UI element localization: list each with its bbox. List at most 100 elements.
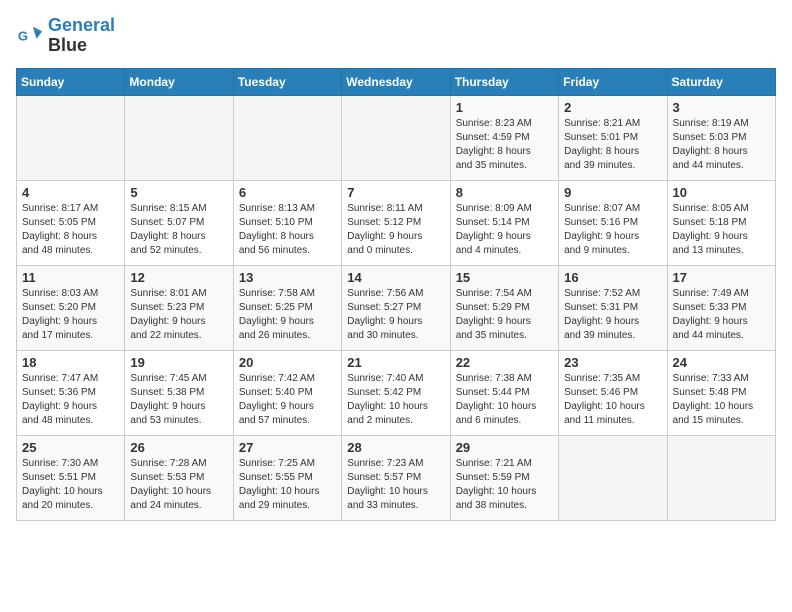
day-number: 7 xyxy=(347,185,444,200)
cell-content: Sunrise: 8:09 AM Sunset: 5:14 PM Dayligh… xyxy=(456,202,553,258)
cell-content: Sunrise: 7:47 AM Sunset: 5:36 PM Dayligh… xyxy=(22,372,119,428)
calendar-cell xyxy=(17,95,125,180)
week-row-1: 1 Sunrise: 8:23 AM Sunset: 4:59 PM Daylig… xyxy=(17,95,776,180)
cell-content: Sunrise: 8:23 AM Sunset: 4:59 PM Dayligh… xyxy=(456,117,553,173)
day-number: 1 xyxy=(456,100,553,115)
day-number: 26 xyxy=(130,440,227,455)
cell-content: Sunrise: 8:13 AM Sunset: 5:10 PM Dayligh… xyxy=(239,202,336,258)
cell-content: Sunrise: 8:21 AM Sunset: 5:01 PM Dayligh… xyxy=(564,117,661,173)
week-row-3: 11 Sunrise: 8:03 AM Sunset: 5:20 PM Dayli… xyxy=(17,265,776,350)
calendar-cell: 1 Sunrise: 8:23 AM Sunset: 4:59 PM Daylig… xyxy=(450,95,558,180)
calendar-cell: 28 Sunrise: 7:23 AM Sunset: 5:57 PM Dayli… xyxy=(342,435,450,520)
cell-content: Sunrise: 7:42 AM Sunset: 5:40 PM Dayligh… xyxy=(239,372,336,428)
calendar-cell: 29 Sunrise: 7:21 AM Sunset: 5:59 PM Dayli… xyxy=(450,435,558,520)
day-number: 25 xyxy=(22,440,119,455)
calendar-cell: 14 Sunrise: 7:56 AM Sunset: 5:27 PM Dayli… xyxy=(342,265,450,350)
week-row-5: 25 Sunrise: 7:30 AM Sunset: 5:51 PM Dayli… xyxy=(17,435,776,520)
calendar-cell: 18 Sunrise: 7:47 AM Sunset: 5:36 PM Dayli… xyxy=(17,350,125,435)
cell-content: Sunrise: 8:11 AM Sunset: 5:12 PM Dayligh… xyxy=(347,202,444,258)
calendar-cell: 8 Sunrise: 8:09 AM Sunset: 5:14 PM Daylig… xyxy=(450,180,558,265)
svg-text:G: G xyxy=(18,28,28,43)
calendar-cell: 23 Sunrise: 7:35 AM Sunset: 5:46 PM Dayli… xyxy=(559,350,667,435)
calendar-cell: 15 Sunrise: 7:54 AM Sunset: 5:29 PM Dayli… xyxy=(450,265,558,350)
cell-content: Sunrise: 7:28 AM Sunset: 5:53 PM Dayligh… xyxy=(130,457,227,513)
calendar-cell: 25 Sunrise: 7:30 AM Sunset: 5:51 PM Dayli… xyxy=(17,435,125,520)
day-number: 18 xyxy=(22,355,119,370)
cell-content: Sunrise: 7:21 AM Sunset: 5:59 PM Dayligh… xyxy=(456,457,553,513)
day-number: 5 xyxy=(130,185,227,200)
calendar-cell: 17 Sunrise: 7:49 AM Sunset: 5:33 PM Dayli… xyxy=(667,265,775,350)
day-number: 19 xyxy=(130,355,227,370)
logo-icon: G xyxy=(16,22,44,50)
cell-content: Sunrise: 7:54 AM Sunset: 5:29 PM Dayligh… xyxy=(456,287,553,343)
day-number: 29 xyxy=(456,440,553,455)
day-number: 14 xyxy=(347,270,444,285)
day-number: 27 xyxy=(239,440,336,455)
calendar-cell: 27 Sunrise: 7:25 AM Sunset: 5:55 PM Dayli… xyxy=(233,435,341,520)
calendar-cell: 21Sunrise: 7:40 AM Sunset: 5:42 PM Dayli… xyxy=(342,350,450,435)
day-number: 21 xyxy=(347,355,444,370)
cell-content: Sunrise: 7:56 AM Sunset: 5:27 PM Dayligh… xyxy=(347,287,444,343)
day-number: 6 xyxy=(239,185,336,200)
calendar-cell: 12 Sunrise: 8:01 AM Sunset: 5:23 PM Dayli… xyxy=(125,265,233,350)
cell-content: Sunrise: 8:19 AM Sunset: 5:03 PM Dayligh… xyxy=(673,117,770,173)
calendar-cell: 3 Sunrise: 8:19 AM Sunset: 5:03 PM Daylig… xyxy=(667,95,775,180)
day-number: 15 xyxy=(456,270,553,285)
day-number: 8 xyxy=(456,185,553,200)
day-number: 20 xyxy=(239,355,336,370)
page-header: G GeneralBlue xyxy=(16,16,776,56)
week-row-2: 4 Sunrise: 8:17 AM Sunset: 5:05 PM Daylig… xyxy=(17,180,776,265)
day-header-tuesday: Tuesday xyxy=(233,68,341,95)
logo-text: GeneralBlue xyxy=(48,16,115,56)
day-number: 11 xyxy=(22,270,119,285)
cell-content: Sunrise: 7:23 AM Sunset: 5:57 PM Dayligh… xyxy=(347,457,444,513)
cell-content: Sunrise: 7:49 AM Sunset: 5:33 PM Dayligh… xyxy=(673,287,770,343)
day-number: 3 xyxy=(673,100,770,115)
day-number: 13 xyxy=(239,270,336,285)
cell-content: Sunrise: 7:30 AM Sunset: 5:51 PM Dayligh… xyxy=(22,457,119,513)
calendar-cell: 24 Sunrise: 7:33 AM Sunset: 5:48 PM Dayli… xyxy=(667,350,775,435)
calendar-cell xyxy=(667,435,775,520)
day-number: 17 xyxy=(673,270,770,285)
calendar-cell: 19Sunrise: 7:45 AM Sunset: 5:38 PM Dayli… xyxy=(125,350,233,435)
calendar-cell: 20 Sunrise: 7:42 AM Sunset: 5:40 PM Dayli… xyxy=(233,350,341,435)
cell-content: Sunrise: 8:05 AM Sunset: 5:18 PM Dayligh… xyxy=(673,202,770,258)
day-number: 28 xyxy=(347,440,444,455)
calendar-cell: 9Sunrise: 8:07 AM Sunset: 5:16 PM Daylig… xyxy=(559,180,667,265)
calendar-cell: 10 Sunrise: 8:05 AM Sunset: 5:18 PM Dayli… xyxy=(667,180,775,265)
day-number: 4 xyxy=(22,185,119,200)
cell-content: Sunrise: 7:58 AM Sunset: 5:25 PM Dayligh… xyxy=(239,287,336,343)
calendar-table: SundayMondayTuesdayWednesdayThursdayFrid… xyxy=(16,68,776,521)
day-number: 2 xyxy=(564,100,661,115)
calendar-cell: 22 Sunrise: 7:38 AM Sunset: 5:44 PM Dayli… xyxy=(450,350,558,435)
day-header-monday: Monday xyxy=(125,68,233,95)
day-header-thursday: Thursday xyxy=(450,68,558,95)
calendar-cell: 6 Sunrise: 8:13 AM Sunset: 5:10 PM Daylig… xyxy=(233,180,341,265)
cell-content: Sunrise: 8:01 AM Sunset: 5:23 PM Dayligh… xyxy=(130,287,227,343)
calendar-cell xyxy=(125,95,233,180)
day-number: 10 xyxy=(673,185,770,200)
calendar-cell: 5 Sunrise: 8:15 AM Sunset: 5:07 PM Daylig… xyxy=(125,180,233,265)
cell-content: Sunrise: 7:35 AM Sunset: 5:46 PM Dayligh… xyxy=(564,372,661,428)
calendar-cell: 7 Sunrise: 8:11 AM Sunset: 5:12 PM Daylig… xyxy=(342,180,450,265)
logo: G GeneralBlue xyxy=(16,16,115,56)
cell-content: Sunrise: 7:52 AM Sunset: 5:31 PM Dayligh… xyxy=(564,287,661,343)
calendar-cell: 2 Sunrise: 8:21 AM Sunset: 5:01 PM Daylig… xyxy=(559,95,667,180)
calendar-cell: 4 Sunrise: 8:17 AM Sunset: 5:05 PM Daylig… xyxy=(17,180,125,265)
cell-content: Sunrise: 7:25 AM Sunset: 5:55 PM Dayligh… xyxy=(239,457,336,513)
cell-content: Sunrise: 8:15 AM Sunset: 5:07 PM Dayligh… xyxy=(130,202,227,258)
cell-content: Sunrise: 8:03 AM Sunset: 5:20 PM Dayligh… xyxy=(22,287,119,343)
day-number: 9 xyxy=(564,185,661,200)
day-number: 23 xyxy=(564,355,661,370)
calendar-cell: 26 Sunrise: 7:28 AM Sunset: 5:53 PM Dayli… xyxy=(125,435,233,520)
calendar-cell xyxy=(233,95,341,180)
day-header-saturday: Saturday xyxy=(667,68,775,95)
cell-content: Sunrise: 7:33 AM Sunset: 5:48 PM Dayligh… xyxy=(673,372,770,428)
cell-content: Sunrise: 7:38 AM Sunset: 5:44 PM Dayligh… xyxy=(456,372,553,428)
day-number: 24 xyxy=(673,355,770,370)
day-number: 16 xyxy=(564,270,661,285)
day-number: 22 xyxy=(456,355,553,370)
day-header-wednesday: Wednesday xyxy=(342,68,450,95)
cell-content: Sunrise: 8:17 AM Sunset: 5:05 PM Dayligh… xyxy=(22,202,119,258)
day-number: 12 xyxy=(130,270,227,285)
